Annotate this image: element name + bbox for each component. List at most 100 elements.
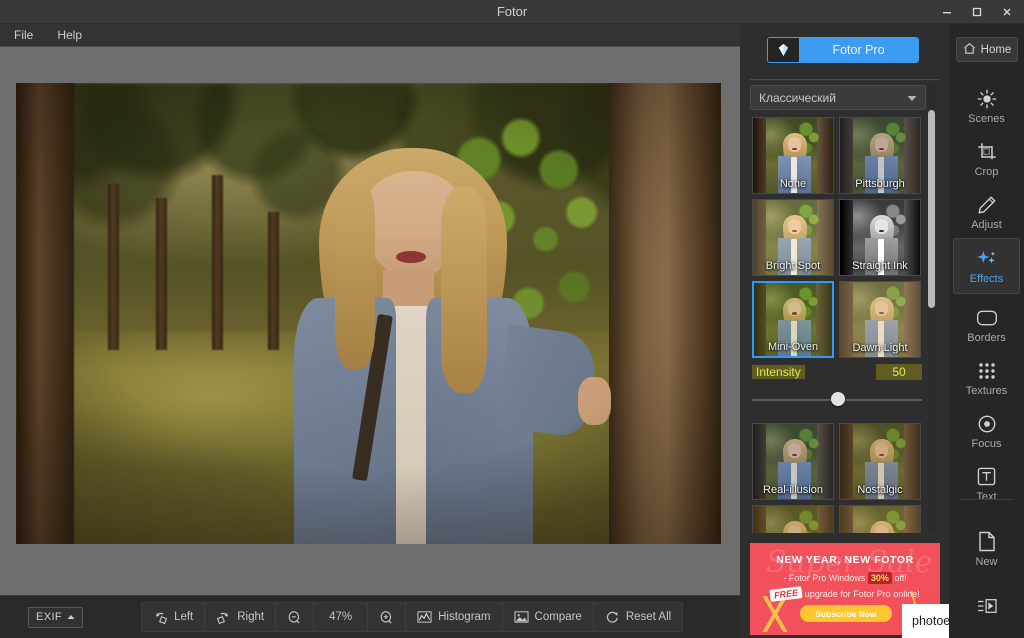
effect-label: Nostalgic <box>857 484 903 496</box>
rounded-rect-icon <box>976 307 998 329</box>
promo-free-badge: FREE <box>769 586 803 602</box>
sidebar-item-textures[interactable]: Textures <box>953 350 1020 406</box>
zoom-level-display[interactable]: 47% <box>314 603 369 631</box>
sidebar-item-new[interactable]: New <box>953 521 1020 577</box>
rotate-right-label: Right <box>237 611 265 623</box>
effects-row <box>752 505 922 533</box>
home-button[interactable]: Home <box>956 37 1018 62</box>
fotor-application-window: Fotor File Help EXIF Left Right 47% Hist… <box>0 0 1024 638</box>
title-bar: Fotor <box>0 0 1024 24</box>
effects-scrollbar-thumb[interactable] <box>928 110 935 308</box>
sidebar-item-text[interactable]: Text <box>953 456 1020 512</box>
window-controls <box>932 2 1022 22</box>
home-label: Home <box>980 43 1012 56</box>
sidebar-item-scenes[interactable]: Scenes <box>953 78 1020 134</box>
thumbnail-image <box>840 506 920 533</box>
effect-thumbnail-none[interactable]: None <box>752 117 834 194</box>
rail-divider <box>960 499 1014 500</box>
effect-thumbnail-partial-right[interactable] <box>839 505 921 533</box>
menu-item-file[interactable]: File <box>10 26 37 44</box>
close-button[interactable] <box>992 2 1022 22</box>
sidebar-item-effects[interactable]: Effects <box>953 238 1020 294</box>
zoom-in-icon <box>379 610 394 625</box>
rotate-right-button[interactable]: Right <box>205 603 277 631</box>
subscribe-now-button[interactable]: Subscribe Now <box>800 605 892 622</box>
sidebar-item-export[interactable] <box>953 578 1020 634</box>
sparkle-icon <box>976 248 998 270</box>
promo-headline: NEW YEAR, NEW FOTOR <box>776 554 914 566</box>
intensity-control-row: Intensity 50 <box>752 364 922 380</box>
intensity-slider-knob[interactable] <box>831 392 845 406</box>
exif-button[interactable]: EXIF <box>28 606 84 628</box>
maximize-button[interactable] <box>962 2 992 22</box>
zoom-in-button[interactable] <box>368 603 407 631</box>
sidebar-label-borders: Borders <box>967 331 1006 344</box>
promo-line-1-pre: - Fotor Pro Windows <box>783 573 866 583</box>
reset-all-label: Reset All <box>625 611 672 623</box>
effect-thumbnail-real-illusion[interactable]: Real-illusion <box>752 423 834 500</box>
zoom-out-button[interactable] <box>276 603 315 631</box>
sidebar-item-crop[interactable]: Crop <box>953 131 1020 187</box>
effects-row: Real-illusion Nostalgic <box>752 423 922 500</box>
pro-upgrade-bar: Fotor Pro <box>740 24 949 75</box>
photo-canvas-area[interactable] <box>0 46 740 595</box>
window-title: Fotor <box>496 4 528 19</box>
histogram-button[interactable]: Histogram <box>406 603 503 631</box>
crop-icon <box>977 141 997 163</box>
effect-thumbnail-dawn-light[interactable]: Dawn Light <box>839 281 921 358</box>
fotor-pro-button[interactable]: Fotor Pro <box>767 36 919 63</box>
effect-thumbnail-nostalgic[interactable]: Nostalgic <box>839 423 921 500</box>
effect-label: Straight Ink <box>852 260 908 272</box>
effects-row: None Pittsburgh <box>752 117 922 194</box>
grid-dots-icon <box>977 360 997 382</box>
bottom-toolbar: EXIF Left Right 47% Histogram Compare Re… <box>0 595 740 638</box>
intensity-value[interactable]: 50 <box>876 364 922 380</box>
pencil-icon <box>977 194 997 216</box>
zoom-out-icon <box>287 610 302 625</box>
sidebar-label-new: New <box>975 555 998 568</box>
reset-icon <box>605 610 620 625</box>
effects-row: Mini-Oven Dawn Light <box>752 281 922 358</box>
rotate-left-label: Left <box>174 611 194 623</box>
compare-button[interactable]: Compare <box>503 603 594 631</box>
sidebar-item-adjust[interactable]: Adjust <box>953 184 1020 240</box>
effects-category-select[interactable]: Классический <box>750 85 926 110</box>
sidebar-label-effects: Effects <box>969 272 1004 285</box>
sidebar-label-crop: Crop <box>974 165 999 178</box>
effect-label: None <box>779 178 807 190</box>
edited-photo[interactable] <box>16 83 721 544</box>
target-icon <box>977 413 997 435</box>
minimize-button[interactable] <box>932 2 962 22</box>
sidebar-label-textures: Textures <box>965 384 1008 397</box>
menu-item-help[interactable]: Help <box>53 26 86 44</box>
photo-vignette <box>16 83 721 544</box>
compare-label: Compare <box>534 611 582 623</box>
promo-line-1: - Fotor Pro Windows 30% off! <box>750 572 940 584</box>
sidebar-label-text: Text <box>976 490 997 503</box>
histogram-icon <box>417 610 432 624</box>
effect-thumbnail-mini-oven[interactable]: Mini-Oven <box>752 281 834 358</box>
effects-category-value: Классический <box>759 90 836 105</box>
reset-all-button[interactable]: Reset All <box>594 603 682 631</box>
sidebar-item-focus[interactable]: Focus <box>953 403 1020 459</box>
sidebar-label-focus: Focus <box>971 437 1002 450</box>
promo-line-2-post: upgrade for Fotor Pro online! <box>804 589 920 599</box>
rotate-left-button[interactable]: Left <box>142 603 206 631</box>
effect-thumbnail-partial-left[interactable] <box>752 505 834 533</box>
effect-label: Real-illusion <box>763 484 823 496</box>
sidebar-item-borders[interactable]: Borders <box>953 297 1020 353</box>
export-icon <box>976 595 998 617</box>
histogram-label: Histogram <box>438 611 491 623</box>
page-icon <box>978 531 996 553</box>
effect-thumbnail-pittsburgh[interactable]: Pittsburgh <box>839 117 921 194</box>
panel-divider <box>750 79 940 80</box>
effects-thumbnail-grid[interactable]: None Pittsburgh Bright Spot Straight Ink… <box>752 117 922 533</box>
effect-label: Dawn Light <box>852 342 908 354</box>
effect-thumbnail-straight-ink[interactable]: Straight Ink <box>839 199 921 276</box>
effect-label: Pittsburgh <box>855 178 905 190</box>
exif-label: EXIF <box>36 611 63 623</box>
promo-line-1-post: off! <box>894 573 907 583</box>
effect-thumbnail-bright-spot[interactable]: Bright Spot <box>752 199 834 276</box>
rotate-right-icon <box>216 610 231 625</box>
caret-up-icon <box>67 611 75 623</box>
